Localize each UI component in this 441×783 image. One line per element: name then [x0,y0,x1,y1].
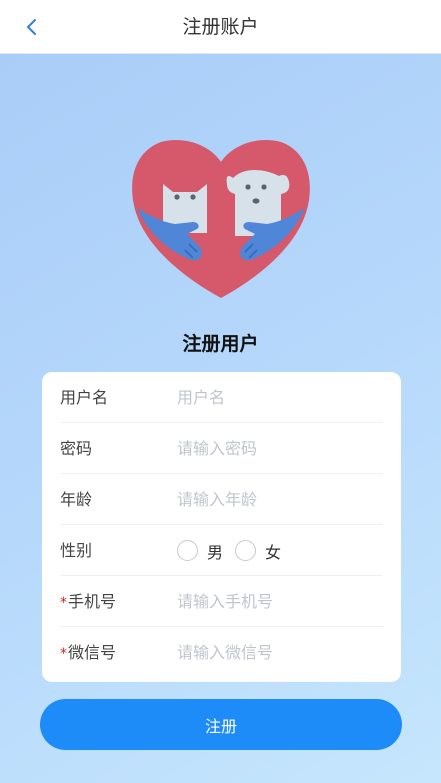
register-page: 注册用户 用户名 密码 年龄 性别 男 女 [0,54,441,783]
register-button[interactable]: 注册 [40,699,402,750]
gender-label: 性别 [60,541,93,560]
page-title: 注册账户 [182,16,259,38]
phone-input[interactable] [177,588,383,615]
wechat-input[interactable] [177,639,383,666]
password-label: 密码 [60,439,93,458]
wechat-label-text: 微信号 [68,643,117,662]
password-row: 密码 [60,423,383,474]
gender-option-female[interactable]: 女 [235,539,281,563]
gender-option-label: 男 [207,542,224,562]
phone-label-text: 手机号 [68,592,117,611]
phone-row: *手机号 [60,576,383,627]
gender-row: 性别 男 女 [60,525,383,576]
username-label: 用户名 [60,388,109,407]
pets-heart-logo [132,140,310,298]
phone-label: *手机号 [60,576,116,627]
age-row: 年龄 [60,474,383,525]
gender-option-label: 女 [265,542,282,562]
wechat-label: *微信号 [60,627,116,678]
required-mark: * [60,595,67,611]
username-input[interactable] [177,384,383,411]
gender-option-male[interactable]: 男 [177,539,223,563]
required-mark: * [60,646,67,662]
wechat-row: *微信号 [60,627,383,678]
age-input[interactable] [177,486,383,513]
radio-circle-icon[interactable] [177,540,198,561]
password-input[interactable] [177,435,383,462]
form-title: 注册用户 [182,333,259,355]
username-row: 用户名 [60,372,383,423]
radio-circle-icon[interactable] [235,540,257,561]
gender-radio-group: 男 女 [177,525,293,576]
register-form: 用户名 密码 年龄 性别 男 女 *手 [42,372,401,682]
nav-bar: 注册账户 [0,0,441,54]
age-label: 年龄 [60,490,93,509]
